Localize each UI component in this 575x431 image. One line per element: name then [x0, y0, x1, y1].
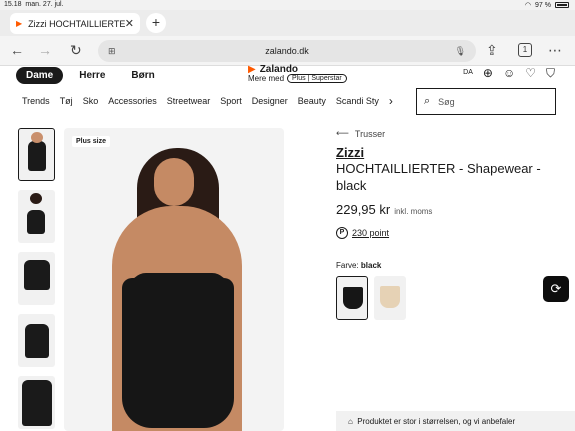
account-icons: DA ⊕ ☺ ♡ ⛉ [463, 66, 555, 81]
tab-title: Zizzi HOCHTAILLIERTER [28, 18, 125, 29]
chevron-right-icon[interactable]: › [389, 94, 393, 108]
forward-icon[interactable]: → [38, 42, 52, 58]
address-bar-row: ← → ↻ ⊞ zalando.dk 🎙 ⇪ 1 ⋯ [0, 36, 575, 66]
cat-streetwear[interactable]: Streetwear [167, 96, 211, 108]
tab-overview-button[interactable]: 1 [518, 43, 532, 57]
product-image[interactable]: Plus size [64, 128, 284, 431]
points-icon: P [336, 227, 348, 239]
plus-promo[interactable]: Mere med Plus | Superstar [248, 74, 347, 83]
color-swatches [336, 276, 556, 320]
help-icon[interactable]: ⊕ [483, 66, 493, 81]
thumbnail-4[interactable] [18, 314, 55, 367]
zalando-favicon-icon: ▶ [16, 19, 23, 28]
brand-link[interactable]: Zizzi [336, 145, 556, 160]
clock: 15.18 [4, 1, 22, 8]
bag-icon[interactable]: ⛉ [546, 66, 555, 81]
url-text: zalando.dk [265, 46, 309, 56]
image-thumbnails [18, 128, 55, 429]
thumbnail-1[interactable] [18, 128, 55, 181]
crop-icon[interactable]: ⟳ [543, 276, 569, 302]
cat-designer[interactable]: Designer [252, 96, 288, 108]
browser-tab-bar: ▶ Zizzi HOCHTAILLIERTER ✕ + [0, 10, 575, 36]
breadcrumb[interactable]: ⟵ Trusser [336, 128, 556, 139]
segment-herre[interactable]: Herre [69, 67, 115, 84]
fit-icon: ⌂ [348, 417, 353, 426]
search-icon: ⌕ [424, 95, 431, 107]
microphone-icon[interactable]: 🎙 [455, 40, 466, 62]
cat-trends[interactable]: Trends [22, 96, 50, 108]
cat-sko[interactable]: Sko [83, 96, 99, 108]
zalando-page: Dame Herre Børn ▶ Zalando Mere med Plus |… [0, 64, 575, 431]
swatch-nude[interactable] [374, 276, 406, 320]
back-arrow-icon: ⟵ [336, 128, 349, 138]
cat-toj[interactable]: Tøj [60, 96, 73, 108]
price: 229,95 kr inkl. moms [336, 202, 556, 217]
price-value: 229,95 kr [336, 202, 391, 217]
segment-dame[interactable]: Dame [16, 67, 64, 84]
product-title: HOCHTAILLIERTER - Shapewear - black [336, 161, 541, 193]
wifi-icon: ◠ [524, 2, 532, 9]
cat-sport[interactable]: Sport [220, 96, 242, 108]
vat-note: inkl. moms [394, 207, 433, 216]
points-text: 230 point [352, 228, 390, 238]
fit-advice: ⌂ Produktet er stor i størrelsen, og vi … [336, 411, 575, 431]
color-label-row: Farve: black [336, 261, 556, 270]
color-value: black [360, 261, 382, 270]
segment-born[interactable]: Børn [121, 67, 164, 84]
cat-accessories[interactable]: Accessories [108, 96, 157, 108]
category-link: Trusser [354, 128, 386, 139]
account-icon[interactable]: ☺ [503, 66, 515, 81]
battery-icon [555, 2, 569, 8]
more-menu-icon[interactable]: ⋯ [548, 42, 562, 59]
search-input[interactable]: ⌕ Søg [416, 88, 556, 115]
new-tab-button[interactable]: + [146, 13, 166, 33]
cat-scandi[interactable]: Scandi Sty [336, 96, 379, 108]
address-field[interactable]: ⊞ zalando.dk 🎙 [98, 40, 476, 62]
thumbnail-3[interactable] [18, 252, 55, 305]
product-details: ⟵ Trusser Zizzi HOCHTAILLIERTER - Shapew… [336, 128, 556, 320]
share-icon[interactable]: ⇪ [486, 42, 498, 59]
color-label: Farve: [336, 261, 359, 270]
thumbnail-5[interactable] [18, 376, 55, 429]
language-selector[interactable]: DA [463, 69, 473, 81]
page-settings-icon[interactable]: ⊞ [108, 40, 116, 62]
browser-tab[interactable]: ▶ Zizzi HOCHTAILLIERTER ✕ [10, 13, 140, 34]
plus-size-badge: Plus size [72, 136, 110, 147]
wishlist-icon[interactable]: ♡ [525, 66, 536, 81]
back-icon[interactable]: ← [10, 42, 24, 58]
category-nav: Trends Tøj Sko Accessories Streetwear Sp… [22, 94, 393, 108]
reload-icon[interactable]: ↻ [70, 42, 82, 59]
swatch-black[interactable] [336, 276, 368, 320]
loyalty-points[interactable]: P 230 point [336, 227, 556, 239]
fit-text: Produktet er stor i størrelsen, og vi an… [357, 417, 516, 426]
close-tab-icon[interactable]: ✕ [125, 17, 134, 30]
battery-percent: 97 % [535, 1, 551, 9]
date: man. 27. jul. [25, 1, 64, 8]
status-bar: 15.18 man. 27. jul. ◠ 97 % [0, 0, 575, 10]
gender-switch: Dame Herre Børn [16, 67, 165, 84]
thumbnail-2[interactable] [18, 190, 55, 243]
search-placeholder: Søg [438, 96, 455, 107]
cat-beauty[interactable]: Beauty [298, 96, 326, 108]
